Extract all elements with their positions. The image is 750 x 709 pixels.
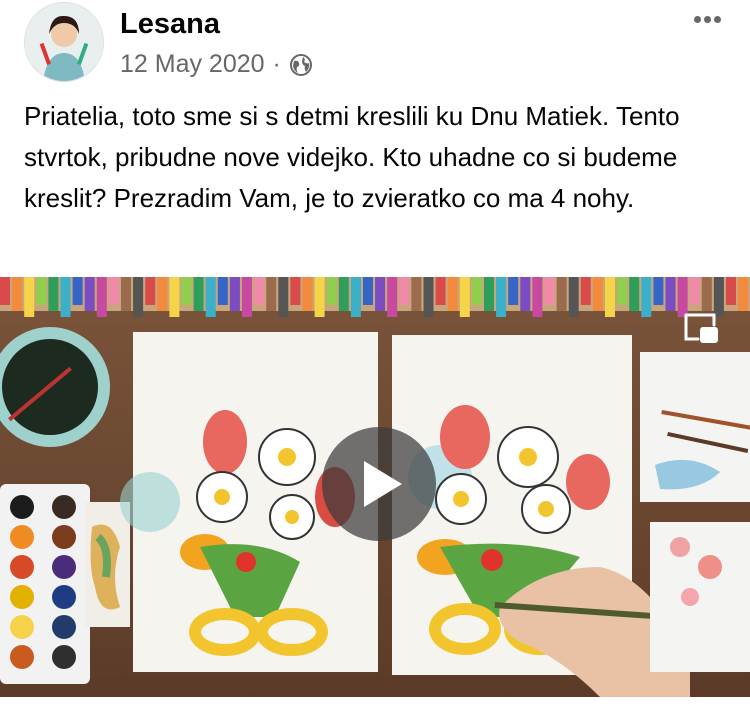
pencil [242,277,252,317]
video-player[interactable] [0,277,750,697]
pencil [532,277,543,317]
pencil [278,277,289,317]
meta-separator: · [272,50,281,78]
paint-pan [10,555,34,579]
pencil [84,277,95,311]
pencil [290,277,301,305]
pencil [36,277,47,305]
paint-pan [10,585,34,609]
pencil [266,277,277,311]
pencil [350,277,361,317]
paint-pan [10,645,34,669]
pencil [641,277,652,317]
pencil [447,277,458,311]
paint-pan [10,495,34,519]
pencil [48,277,59,311]
pencil [471,277,482,305]
pencil [205,277,216,317]
pencil [24,277,35,317]
author-name[interactable]: Lesana [120,8,220,41]
author-avatar[interactable] [24,2,104,82]
pencil [580,277,591,305]
post-date[interactable]: 12 May 2020 [120,50,265,79]
pencil [145,277,156,305]
pencil [72,277,83,305]
picture-in-picture-icon[interactable] [682,311,722,347]
paint-pan [10,615,34,639]
post-header: Lesana 12 May 2020 · [0,0,750,90]
pencil [387,277,398,317]
pencil [617,277,628,305]
pencil [544,277,555,305]
pencil [592,277,603,311]
pencil [0,277,10,305]
colored-pencils-row [0,277,750,317]
pencil [689,277,700,305]
watercolor-palette [0,484,90,684]
paint-pan [52,615,76,639]
pencil [629,277,640,311]
pencil [314,277,325,317]
more-options-icon[interactable] [694,10,728,24]
pencil [508,277,519,305]
pencil [399,277,410,305]
pencil [459,277,470,317]
pencil [363,277,373,305]
pencil [605,277,615,317]
pencil [520,277,531,311]
pencil [738,277,749,311]
pencil [254,277,265,305]
pencil [435,277,446,305]
pencil [133,277,144,317]
pencil [338,277,349,311]
pencil [96,277,107,317]
pencil [108,277,119,305]
pencil [60,277,71,317]
pencil [375,277,386,311]
pencil [121,277,131,311]
pencil [181,277,192,305]
pencil [193,277,204,311]
paint-pan [10,525,34,549]
post-text: Priatelia, toto sme si s detmi kreslili … [24,101,680,213]
pencil [568,277,579,317]
paint-pan [52,495,76,519]
pencil [496,277,507,317]
pencil [302,277,313,311]
pencil [169,277,180,317]
pencil [157,277,168,311]
globe-icon[interactable] [289,53,313,77]
pencil [653,277,664,305]
pencil [12,277,23,311]
pencil [411,277,422,311]
feed-bottom-spacer [0,697,750,709]
paint-pan [52,585,76,609]
pencil [484,277,494,311]
post-meta: 12 May 2020 · [120,50,313,79]
pencil [217,277,228,305]
paint-pan [52,555,76,579]
pencil [665,277,676,311]
paint-pan [52,525,76,549]
pencil [701,277,712,311]
pencil [326,277,337,305]
pencil [229,277,240,311]
pencil [423,277,434,317]
paint-pan [52,645,76,669]
pencil [726,277,736,305]
pencil [556,277,567,311]
play-icon[interactable] [322,427,436,541]
